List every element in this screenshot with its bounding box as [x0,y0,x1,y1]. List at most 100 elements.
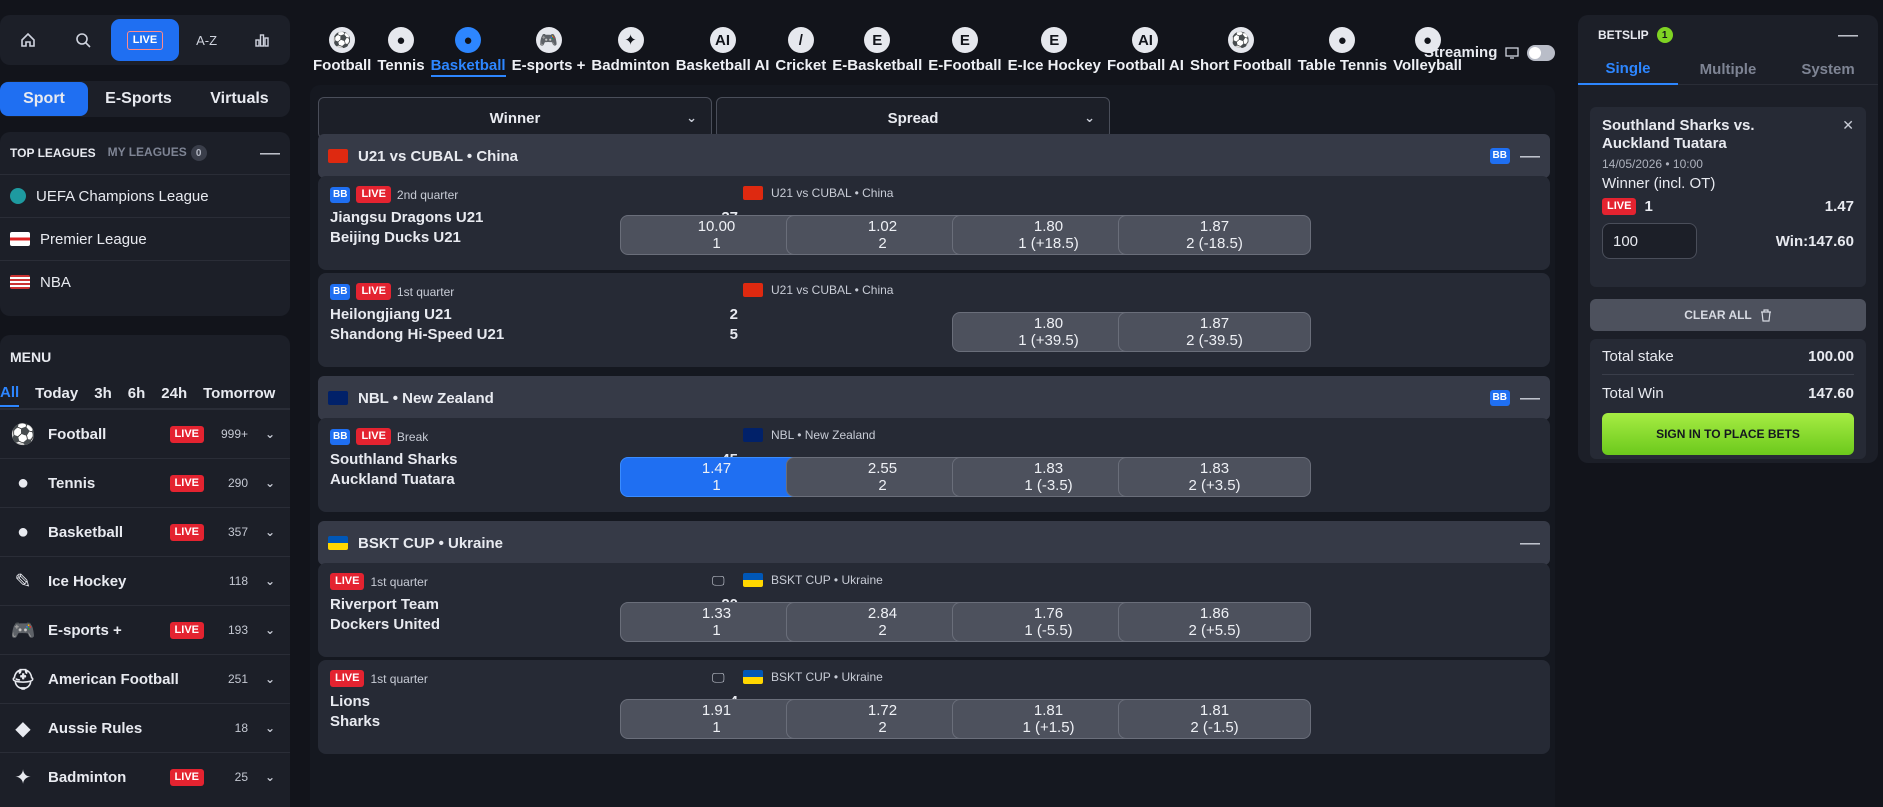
sport-item-basketball[interactable]: ● Basketball LIVE 357 ⌄ [0,507,290,556]
stream-monitor-icon[interactable]: 🖵 [712,670,725,686]
sport-item-aussie-rules[interactable]: ◆ Aussie Rules 18 ⌄ [0,703,290,752]
sport-tab-e-ice-hockey[interactable]: E E-Ice Hockey [1005,15,1104,74]
away-team[interactable]: Sharks [330,713,380,730]
home-team[interactable]: Lions [330,693,370,710]
sport-tab-short-football[interactable]: ⚽ Short Football [1187,15,1295,74]
odds-button[interactable]: 1.86 2 (+5.5) [1118,602,1311,642]
league-group-header[interactable]: NBL • New Zealand BB — [318,376,1550,420]
tab-virtuals[interactable]: Virtuals [189,82,290,116]
away-team[interactable]: Dockers United [330,616,440,633]
market-select-winner[interactable]: Winner ⌄ [318,97,712,139]
tab-my-leagues[interactable]: MY LEAGUES 0 [108,145,207,162]
close-icon[interactable]: ✕ [1842,117,1854,134]
time-tab-tomorrow[interactable]: Tomorrow [203,381,275,406]
odds-button[interactable]: 1.81 2 (-1.5) [1118,699,1311,739]
odds-button[interactable]: 1.72 2 [786,699,979,739]
az-button[interactable]: A-Z [179,20,235,60]
sport-tab-badminton[interactable]: ✦ Badminton [588,15,672,74]
sport-tab-label: Tennis [377,57,425,74]
sport-tab-football[interactable]: ⚽ Football [310,15,374,74]
league-item-premier-league[interactable]: Premier League [0,217,290,260]
home-team[interactable]: Heilongjiang U21 [330,306,452,323]
time-tab-all[interactable]: All [0,380,20,407]
collapse-icon[interactable]: — [1838,24,1858,47]
away-team[interactable]: Shandong Hi-Speed U21 [330,326,504,343]
sport-tab-table-tennis[interactable]: ● Table Tennis [1295,15,1390,74]
home-team[interactable]: Riverport Team [330,596,439,613]
tab-multiple[interactable]: Multiple [1678,55,1778,84]
odds-button[interactable]: 1.83 1 (-3.5) [952,457,1145,497]
sport-item-tennis[interactable]: ● Tennis LIVE 290 ⌄ [0,458,290,507]
collapse-icon[interactable]: — [1520,387,1540,410]
live-button[interactable]: LIVE [111,19,179,61]
time-tab-24h[interactable]: 24h [161,381,187,406]
collapse-icon[interactable]: — [260,142,280,165]
tab-sport[interactable]: Sport [0,82,88,116]
away-team[interactable]: Auckland Tuatara [330,471,455,488]
odds-button[interactable]: 2.84 2 [786,602,979,642]
odds-button[interactable]: 1.81 1 (+1.5) [952,699,1145,739]
sport-tab-e-sports[interactable]: 🎮 E-sports + [509,15,589,74]
odds-button[interactable]: 1.87 2 (-18.5) [1118,215,1311,255]
search-icon[interactable] [56,20,112,60]
chevron-down-icon[interactable]: ⌄ [260,672,280,686]
odds-button[interactable]: 2.55 2 [786,457,979,497]
chevron-down-icon[interactable]: ⌄ [260,525,280,539]
sport-tab-football-ai[interactable]: AI Football AI [1104,15,1187,74]
chevron-down-icon: ⌄ [1084,110,1095,125]
odds-button[interactable]: 1.80 1 (+39.5) [952,312,1145,352]
stats-icon[interactable] [234,20,290,60]
sport-tab-basketball[interactable]: ● Basketball [428,15,509,77]
chevron-down-icon[interactable]: ⌄ [260,574,280,588]
stream-monitor-icon[interactable]: 🖵 [712,573,725,589]
chevron-down-icon[interactable]: ⌄ [260,770,280,784]
sport-tab-e-basketball[interactable]: E E-Basketball [829,15,925,74]
sport-tab-basketball-ai[interactable]: AI Basketball AI [673,15,773,74]
sport-item-american-football[interactable]: ⛑ American Football 251 ⌄ [0,654,290,703]
sport-item-badminton[interactable]: ✦ Badminton LIVE 25 ⌄ [0,752,290,801]
sport-item-esports[interactable]: 🎮 E-sports + LIVE 193 ⌄ [0,605,290,654]
odds-button[interactable]: 1.83 2 (+3.5) [1118,457,1311,497]
stake-input[interactable] [1602,223,1697,259]
sport-item-football[interactable]: ⚽ Football LIVE 999+ ⌄ [0,409,290,458]
time-tab-3h[interactable]: 3h [94,381,112,406]
odds-button[interactable]: 1.87 2 (-39.5) [1118,312,1311,352]
football-icon: ⚽ [10,423,36,446]
odds-button[interactable]: 1.76 1 (-5.5) [952,602,1145,642]
chevron-down-icon[interactable]: ⌄ [260,623,280,637]
collapse-icon[interactable]: — [1520,532,1540,555]
clear-all-button[interactable]: CLEAR ALL [1590,299,1866,331]
tab-single[interactable]: Single [1578,54,1678,85]
league-item-ucl[interactable]: UEFA Champions League [0,174,290,217]
chevron-down-icon[interactable]: ⌄ [260,427,280,441]
odds-button[interactable]: 1.33 1 [620,602,813,642]
place-bets-button[interactable]: SIGN IN TO PLACE BETS [1602,413,1854,455]
market-select-spread[interactable]: Spread ⌄ [716,97,1110,139]
chevron-down-icon[interactable]: ⌄ [260,476,280,490]
odds-button[interactable]: 1.47 1 [620,457,813,497]
chevron-down-icon[interactable]: ⌄ [260,721,280,735]
home-team[interactable]: Southland Sharks [330,451,458,468]
time-tab-6h[interactable]: 6h [128,381,146,406]
odds-button[interactable]: 10.00 1 [620,215,813,255]
odds-button[interactable]: 1.91 1 [620,699,813,739]
streaming-toggle[interactable] [1527,44,1556,61]
home-team[interactable]: Jiangsu Dragons U21 [330,209,483,226]
sport-tab-tennis[interactable]: ● Tennis [374,15,427,74]
league-item-nba[interactable]: NBA [0,260,290,303]
league-group-header[interactable]: BSKT CUP • Ukraine — [318,521,1550,565]
home-icon[interactable] [0,20,56,60]
odds-button[interactable]: 1.02 2 [786,215,979,255]
away-team[interactable]: Beijing Ducks U21 [330,229,461,246]
collapse-icon[interactable]: — [1520,145,1540,168]
tab-esports[interactable]: E-Sports [88,82,189,116]
tab-top-leagues[interactable]: TOP LEAGUES [10,146,96,160]
chevron-down-icon: ⌄ [686,110,697,125]
sport-tab-e-football[interactable]: E E-Football [925,15,1004,74]
sport-tab-cricket[interactable]: / Cricket [772,15,829,74]
league-group-header[interactable]: U21 vs CUBAL • China BB — [318,134,1550,178]
time-tab-today[interactable]: Today [35,381,78,406]
odds-button[interactable]: 1.80 1 (+18.5) [952,215,1145,255]
sport-item-ice-hockey[interactable]: ✎ Ice Hockey 118 ⌄ [0,556,290,605]
tab-system[interactable]: System [1778,55,1878,84]
